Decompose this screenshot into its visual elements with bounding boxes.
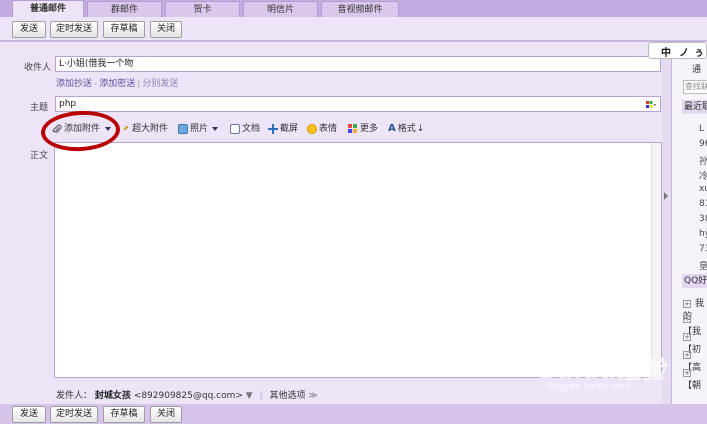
recipient-label: 收件人 bbox=[24, 63, 52, 73]
tab-greeting-card[interactable]: 贺卡 bbox=[165, 1, 240, 17]
photo-dropdown-icon[interactable] bbox=[212, 127, 219, 131]
save-draft-button[interactable]: 存草稿 bbox=[103, 406, 145, 423]
expand-plus-icon: + bbox=[683, 333, 691, 341]
qq-friends-header: QQ好 bbox=[682, 274, 707, 288]
add-cc-link[interactable]: 添加抄送 bbox=[56, 79, 92, 89]
body-label: 正文 bbox=[30, 151, 49, 161]
recent-contact[interactable]: 96 bbox=[699, 139, 707, 149]
smiley-icon bbox=[307, 124, 317, 134]
screenshot-label: 截屏 bbox=[280, 124, 299, 134]
font-format-icon: A bbox=[388, 123, 396, 134]
body-scrollbar[interactable] bbox=[651, 143, 661, 377]
subject-text: php bbox=[59, 99, 77, 109]
photo-button[interactable]: 照片 bbox=[178, 121, 219, 137]
format-label: 格式 bbox=[397, 124, 416, 134]
collapse-arrow-icon bbox=[664, 192, 668, 200]
subject-color-picker-icon[interactable] bbox=[646, 100, 656, 108]
other-options-link[interactable]: 其他选项 ≫ bbox=[270, 391, 318, 401]
tab-group-mail[interactable]: 群邮件 bbox=[87, 1, 162, 17]
emoticon-button[interactable]: 表情 bbox=[307, 121, 337, 137]
format-arrow-icon: ↓ bbox=[416, 124, 425, 134]
add-bcc-link[interactable]: 添加密送 bbox=[99, 79, 135, 89]
recent-contact[interactable]: 孙 bbox=[699, 154, 707, 167]
close-button[interactable]: 关闭 bbox=[150, 406, 182, 423]
contact-search-input[interactable]: 查找联 bbox=[683, 80, 707, 94]
ime-status-bar[interactable]: 中 ノ ぅ bbox=[648, 42, 707, 59]
contacts-sidebar: 通 查找联 最近联 L 96 孙 冷 xu 81 38 hy 73 垦 QQ好 … bbox=[671, 42, 707, 404]
watermark-logo: Baidu经验 bbox=[540, 356, 665, 384]
editor-toolbar: 添加附件 超大附件 照片 文档 截屏 表情 更多 A 格式 ↓ bbox=[52, 121, 662, 137]
close-button[interactable]: 关闭 bbox=[150, 21, 182, 38]
subject-input[interactable]: php bbox=[55, 96, 661, 112]
ime-language: 中 bbox=[661, 48, 671, 59]
timed-send-button[interactable]: 定时发送 bbox=[50, 406, 98, 423]
watermark-url: jingyan.baidu.com bbox=[548, 382, 632, 392]
recent-contact[interactable]: xu bbox=[699, 184, 707, 194]
super-attachment-icon bbox=[122, 124, 130, 135]
tab-av-mail[interactable]: 音视频邮件 bbox=[321, 1, 399, 17]
emoticon-label: 表情 bbox=[319, 124, 338, 134]
expand-plus-icon: + bbox=[683, 315, 691, 323]
recipient-input[interactable]: L·小姐(借我一个吻 bbox=[55, 56, 661, 72]
document-label: 文档 bbox=[242, 124, 261, 134]
recent-contact[interactable]: 冷 bbox=[699, 169, 707, 182]
contact-group[interactable]: +【朝 bbox=[683, 368, 707, 391]
super-attachment-button[interactable]: 超大附件 bbox=[122, 121, 168, 137]
super-attachment-label: 超大附件 bbox=[132, 124, 169, 134]
ime-mode-indicator: ぅ bbox=[694, 48, 704, 59]
separate-send-link[interactable]: 分别发送 bbox=[142, 79, 178, 89]
recent-contact[interactable]: 81 bbox=[699, 199, 707, 209]
recent-contact[interactable]: 38 bbox=[699, 214, 707, 224]
expand-plus-icon: + bbox=[683, 351, 691, 359]
document-icon bbox=[230, 124, 240, 134]
save-draft-button[interactable]: 存草稿 bbox=[103, 21, 145, 38]
recipient-links: 添加抄送 - 添加密送 | 分别发送 bbox=[56, 79, 179, 89]
ime-mode-indicator: ノ bbox=[679, 48, 689, 59]
address-book-header: 通 bbox=[692, 65, 702, 75]
sender-line: 发件人： 封城女孩 <892909825@qq.com> ▼ | 其他选项 ≫ bbox=[56, 391, 318, 401]
screenshot-icon bbox=[268, 124, 278, 134]
photo-label: 照片 bbox=[190, 124, 209, 134]
sender-email-select[interactable]: <892909825@qq.com> ▼ bbox=[134, 391, 253, 401]
sender-name: 封城女孩 bbox=[94, 391, 131, 401]
recent-contact[interactable]: L bbox=[699, 124, 704, 134]
expand-plus-icon: + bbox=[683, 369, 691, 377]
body-editor[interactable] bbox=[54, 142, 662, 378]
expand-plus-icon: + bbox=[683, 300, 691, 308]
subject-label: 主题 bbox=[30, 103, 49, 113]
more-label: 更多 bbox=[360, 124, 379, 134]
photo-icon bbox=[178, 124, 188, 134]
more-grid-icon bbox=[348, 124, 358, 134]
format-button[interactable]: A 格式 ↓ bbox=[388, 121, 424, 137]
mail-type-tabbar: 普通邮件 群邮件 贺卡 明信片 音视频邮件 bbox=[0, 0, 707, 17]
send-button[interactable]: 发送 bbox=[12, 406, 46, 423]
bottom-toolbar: 发送 定时发送 存草稿 关闭 bbox=[0, 404, 707, 424]
recent-contact[interactable]: hy bbox=[699, 229, 707, 239]
more-button[interactable]: 更多 bbox=[348, 121, 378, 137]
recent-contacts-header: 最近联 bbox=[682, 100, 707, 114]
recent-contact[interactable]: 73 bbox=[699, 244, 707, 254]
send-button[interactable]: 发送 bbox=[12, 21, 46, 38]
tab-postcard[interactable]: 明信片 bbox=[243, 1, 318, 17]
top-toolbar: 发送 定时发送 存草稿 关闭 bbox=[0, 17, 707, 41]
tab-normal-mail[interactable]: 普通邮件 bbox=[12, 0, 84, 17]
document-button[interactable]: 文档 bbox=[230, 121, 260, 137]
sender-label: 发件人： bbox=[56, 391, 93, 401]
timed-send-button[interactable]: 定时发送 bbox=[50, 21, 98, 38]
screenshot-button[interactable]: 截屏 bbox=[268, 121, 298, 137]
recent-contact[interactable]: 垦 bbox=[699, 259, 707, 272]
